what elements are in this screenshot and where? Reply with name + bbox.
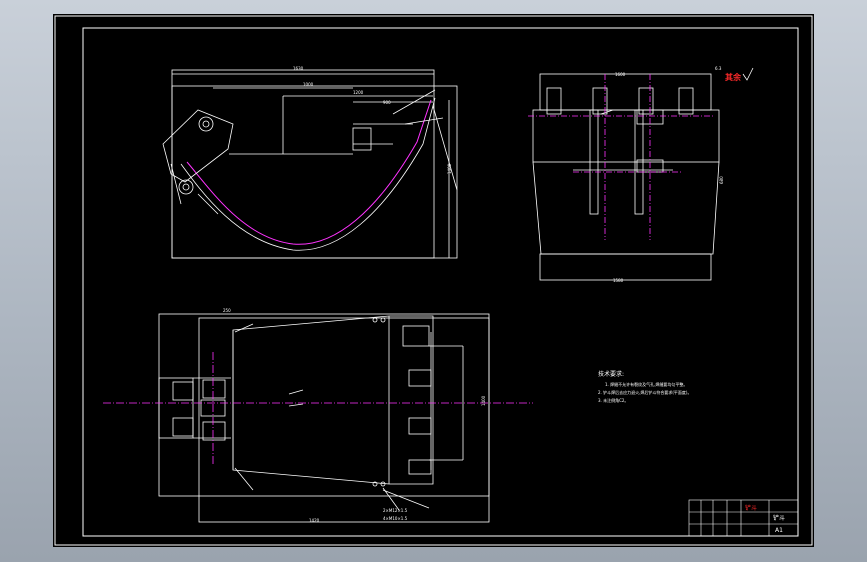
svg-text:1600: 1600 xyxy=(615,72,626,77)
top-view-centerline xyxy=(103,352,533,466)
svg-text:1200: 1200 xyxy=(353,90,364,95)
sheet-outer-border xyxy=(54,15,813,546)
title-block-sheet-size: A1 xyxy=(775,527,783,534)
tech-req-title: 技术要求: xyxy=(598,370,624,378)
tech-req-line-1: 1. 焊缝不允许有裂纹及气孔,焊缝要均匀平整。 xyxy=(605,381,687,387)
side-view xyxy=(532,73,720,281)
cad-drawing-viewport[interactable]: 1630 1000 1200 900 1400 1600 1580 680 25… xyxy=(53,14,814,547)
svg-text:1420: 1420 xyxy=(309,518,320,523)
svg-text:1000: 1000 xyxy=(303,82,314,87)
svg-text:4×M10×1.5: 4×M10×1.5 xyxy=(383,516,408,521)
front-view xyxy=(162,69,458,259)
svg-text:1580: 1580 xyxy=(613,278,624,283)
tech-req-line-3: 3. 未注倒角C2。 xyxy=(598,397,628,403)
cad-drawing: 1630 1000 1200 900 1400 1600 1580 680 25… xyxy=(54,15,813,546)
pin-upper xyxy=(198,116,214,132)
svg-text:900: 900 xyxy=(383,100,391,105)
tech-req-line-2: 2. 铲斗焊后去应力退火,焊后铲斗符合要求(平面度)。 xyxy=(598,389,691,395)
front-view-frame-inner xyxy=(171,85,458,259)
svg-text:1400: 1400 xyxy=(447,163,452,174)
side-view-centerlines xyxy=(528,74,713,240)
front-view-frame xyxy=(171,69,435,259)
svg-text:1400: 1400 xyxy=(481,395,486,406)
svg-text:2×M12×1.5: 2×M12×1.5 xyxy=(383,508,408,513)
svg-text:250: 250 xyxy=(223,308,231,313)
top-view xyxy=(158,313,490,523)
top-view-frame xyxy=(158,313,490,497)
bucket-inner-curve xyxy=(186,99,432,245)
top-view-dimensions: 250 1420 2×M12×1.5 4×M10×1.5 1400 xyxy=(223,308,486,523)
pin-lower xyxy=(178,179,194,195)
svg-text:680: 680 xyxy=(719,176,724,184)
title-block-part-name: 铲斗 xyxy=(773,514,785,522)
roughness-note: 其余 xyxy=(725,72,742,82)
roughness-symbol: 其余 6.3 xyxy=(715,66,754,82)
side-view-body xyxy=(532,109,720,163)
technical-requirements: 技术要求: 1. 焊缝不允许有裂纹及气孔,焊缝要均匀平整。 2. 铲斗焊后去应力… xyxy=(598,370,691,403)
arm-plate xyxy=(162,109,234,183)
side-view-top-band xyxy=(539,73,712,111)
svg-text:1630: 1630 xyxy=(293,66,304,71)
title-block-stamp: 铲斗 xyxy=(745,504,757,512)
side-view-lower xyxy=(532,161,720,255)
svg-text:6.3: 6.3 xyxy=(715,66,722,71)
side-view-dimensions: 1600 1580 680 xyxy=(613,72,724,283)
